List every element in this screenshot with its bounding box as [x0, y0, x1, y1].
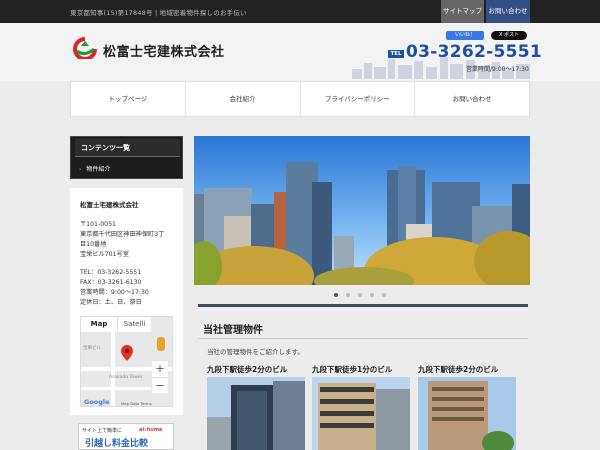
google-map[interactable]: Map Satelli 宝栄ビル Asakado Tower + − Googl…	[80, 316, 173, 407]
street-view-pegman-icon[interactable]	[157, 337, 165, 351]
city-skyline-photo	[194, 162, 530, 285]
info-hours: 営業時間：9:00～17:30	[80, 289, 149, 296]
google-logo: Google	[84, 398, 110, 406]
global-nav: トップページ 会社紹介 プライバシーポリシー お問い合わせ	[70, 81, 530, 117]
info-company-name: 松富士宅建株式会社	[80, 201, 139, 209]
nav-item-contact[interactable]: お問い合わせ	[415, 82, 529, 116]
property-title[interactable]: 九段下駅徒歩2分のビル	[418, 364, 516, 375]
info-fax: FAX：03-3261-6130	[80, 279, 142, 286]
map-place-label: 宝栄ビル	[83, 346, 101, 351]
property-card[interactable]: 九段下駅徒歩2分のビル	[207, 364, 305, 450]
company-logo[interactable]	[72, 37, 98, 59]
slider-dot[interactable]	[382, 293, 386, 297]
facebook-like-button[interactable]: いいね！	[446, 31, 484, 40]
top-bar: 東京都知事(15)第17848号 | 地域密着物件探しのお手伝い サイトマップ …	[0, 0, 600, 23]
athome-logo: at-home	[139, 427, 163, 433]
contact-top-link[interactable]: お問い合わせ	[486, 0, 530, 23]
slider-dot[interactable]	[334, 293, 338, 297]
map-type-map-button[interactable]: Map	[81, 317, 117, 332]
site-header: 松富士宅建株式会社 いいね！ X ポスト TEL 03-3262-5551 営業…	[0, 23, 600, 81]
building-photo	[312, 377, 410, 450]
building-photo	[418, 377, 516, 450]
chevron-right-icon: ›	[79, 166, 82, 173]
tel-badge: TEL	[388, 50, 404, 58]
company-name: 松富士宅建株式会社	[103, 45, 225, 60]
info-address-line1: 東京都千代田区神田神保町3丁	[80, 231, 165, 238]
sitemap-link[interactable]: サイトマップ	[441, 0, 484, 23]
content-menu: コンテンツ一覧 › 物件紹介	[70, 136, 183, 179]
map-pin-icon[interactable]	[121, 345, 133, 361]
map-type-satellite-button[interactable]: Satelli	[117, 317, 151, 332]
business-hours: 営業時間/9:00〜17:30	[466, 66, 529, 73]
zoom-in-button[interactable]: +	[152, 361, 168, 377]
info-holiday: 定休日：土、日、祭日	[80, 299, 142, 306]
info-tel: TEL：03-3262-5551	[80, 269, 142, 276]
nav-item-company[interactable]: 会社紹介	[186, 82, 301, 116]
section-title: 当社管理物件	[203, 325, 263, 336]
property-card[interactable]: 九段下駅徒歩1分のビル	[312, 364, 410, 450]
map-road	[81, 387, 151, 390]
property-photo[interactable]	[418, 377, 516, 450]
info-postal: 〒101-0051	[80, 221, 116, 228]
slider-progress-fill	[198, 304, 528, 307]
property-card[interactable]: 九段下駅徒歩2分のビル	[418, 364, 516, 450]
property-title[interactable]: 九段下駅徒歩1分のビル	[312, 364, 410, 375]
banner-subtext: サイト上で簡単に	[82, 428, 123, 434]
slider-progress-bar	[198, 304, 528, 307]
moving-quote-banner[interactable]: サイト上で簡単に at-home 引越し料金比較	[78, 423, 174, 450]
section-description: 当社の管理物件をご紹介します。	[207, 348, 304, 356]
property-photo[interactable]	[207, 377, 305, 450]
license-notice: 東京都知事(15)第17848号 | 地域密着物件探しのお手伝い	[70, 9, 247, 17]
banner-headline: 引越し料金比較	[85, 439, 149, 449]
content-menu-title: コンテンツ一覧	[75, 139, 180, 157]
zoom-out-button[interactable]: −	[152, 377, 168, 393]
nav-item-privacy[interactable]: プライバシーポリシー	[301, 82, 416, 116]
info-building: 宝栄ビル701号室	[80, 251, 129, 258]
slider-dot[interactable]	[346, 293, 350, 297]
info-address-line2: 目10番地	[80, 241, 107, 248]
section-divider	[198, 338, 528, 339]
hero-slider-image[interactable]	[194, 136, 530, 285]
property-title[interactable]: 九段下駅徒歩2分のビル	[207, 364, 305, 375]
sidebar-item-properties[interactable]: › 物件紹介	[79, 164, 110, 173]
nav-item-top[interactable]: トップページ	[71, 82, 186, 116]
slider-dots	[334, 293, 386, 297]
sidebar-item-label: 物件紹介	[86, 166, 111, 173]
property-photo[interactable]	[312, 377, 410, 450]
map-place-label: Asakado Tower	[109, 375, 143, 380]
company-info-box: 松富士宅建株式会社 〒101-0051 東京都千代田区神田神保町3丁 目10番地…	[70, 188, 183, 415]
header-phone-number[interactable]: 03-3262-5551	[406, 42, 542, 62]
slider-dot[interactable]	[358, 293, 362, 297]
map-data-terms[interactable]: Map Data Terms	[121, 401, 152, 406]
building-photo	[207, 377, 305, 450]
x-post-button[interactable]: X ポスト	[491, 31, 527, 40]
slider-dot[interactable]	[370, 293, 374, 297]
